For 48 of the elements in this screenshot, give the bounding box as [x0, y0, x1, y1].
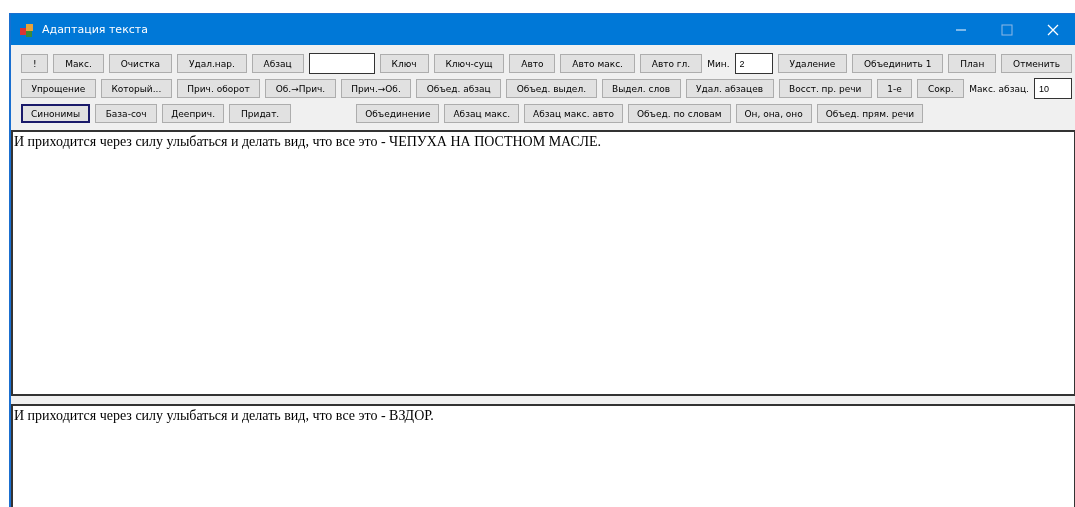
toolbar-button[interactable]: Объединить 1: [852, 54, 944, 73]
toolbar-button[interactable]: Прич.→Об.: [340, 79, 412, 98]
toolbar-button[interactable]: Ключ-сущ: [433, 54, 505, 73]
toolbar-button[interactable]: Объед. прям. речи: [816, 104, 924, 123]
window-title: Адаптация текста: [42, 23, 148, 36]
toolbar-button[interactable]: Ключ: [379, 54, 429, 73]
toolbar-button[interactable]: Авто гл.: [639, 54, 703, 73]
toolbar-button[interactable]: Упрощение: [21, 79, 96, 98]
input-field[interactable]: 10: [1033, 78, 1072, 99]
toolbar-button[interactable]: !: [21, 54, 49, 73]
toolbar-button[interactable]: Выдел. слов: [601, 79, 681, 98]
toolbar-button[interactable]: Авто: [509, 54, 556, 73]
text-line: И приходится через силу улыбаться и делать вид, что все это - ЧЕПУХА НА ПОСТНОМ МАСЛЕ.: [14, 134, 602, 149]
field-label: Мин.: [707, 58, 730, 69]
toolbar-button[interactable]: Очистка: [108, 54, 173, 73]
toolbar-button[interactable]: Отменить: [1001, 54, 1072, 73]
toolbar-button[interactable]: Дееприч.: [162, 104, 225, 123]
toolbar-button[interactable]: План: [948, 54, 997, 73]
result-text-area[interactable]: И приходится через силу улыбаться и делать вид, что все это - ВЗДОР.: [11, 404, 1075, 507]
toolbar-button[interactable]: Макс.: [53, 54, 104, 73]
toolbar-button[interactable]: Придат.: [229, 104, 292, 123]
toolbar-button[interactable]: Авто макс.: [560, 54, 635, 73]
toolbar-button[interactable]: Абзац: [251, 54, 304, 73]
toolbar-button[interactable]: Удал.нар.: [177, 54, 247, 73]
toolbar-button[interactable]: Сокр.: [917, 79, 965, 98]
text-line: И приходится через силу улыбаться и делать вид, что все это - ВЗДОР.: [14, 408, 434, 423]
toolbar-button[interactable]: Синонимы: [21, 104, 91, 123]
source-text-area[interactable]: И приходится через силу улыбаться и делать вид, что все это - ЧЕПУХА НА ПОСТНОМ МАСЛЕ.: [11, 130, 1075, 396]
cubes-icon: [19, 21, 35, 38]
toolbar-button[interactable]: Объед. абзац: [416, 79, 502, 98]
toolbar-button[interactable]: Удал. абзацев: [685, 79, 774, 98]
toolbar-button[interactable]: 1-е: [876, 79, 913, 98]
toolbar-button[interactable]: Об.→Прич.: [265, 79, 336, 98]
toolbar-button[interactable]: Объединение: [356, 104, 440, 123]
toolbar-button[interactable]: Абзац макс. авто: [524, 104, 623, 123]
toolbar-button[interactable]: Который...: [100, 79, 172, 98]
toolbar-button[interactable]: Прич. оборот: [176, 79, 261, 98]
toolbar-button[interactable]: Объед. выдел.: [506, 79, 597, 98]
toolbar-button[interactable]: Абзац макс.: [444, 104, 519, 123]
close-icon[interactable]: [1047, 23, 1059, 36]
input-field[interactable]: 2: [734, 53, 773, 74]
toolbar-button[interactable]: База-соч: [95, 104, 158, 123]
input-field[interactable]: [308, 53, 375, 74]
field-label: Макс. абзац.: [969, 83, 1029, 94]
toolbar-button[interactable]: Восст. пр. речи: [778, 79, 872, 98]
toolbar-button[interactable]: Удаление: [777, 54, 848, 73]
toolbar-button[interactable]: Объед. по словам: [628, 104, 731, 123]
toolbar-button[interactable]: Он, она, оно: [735, 104, 812, 123]
